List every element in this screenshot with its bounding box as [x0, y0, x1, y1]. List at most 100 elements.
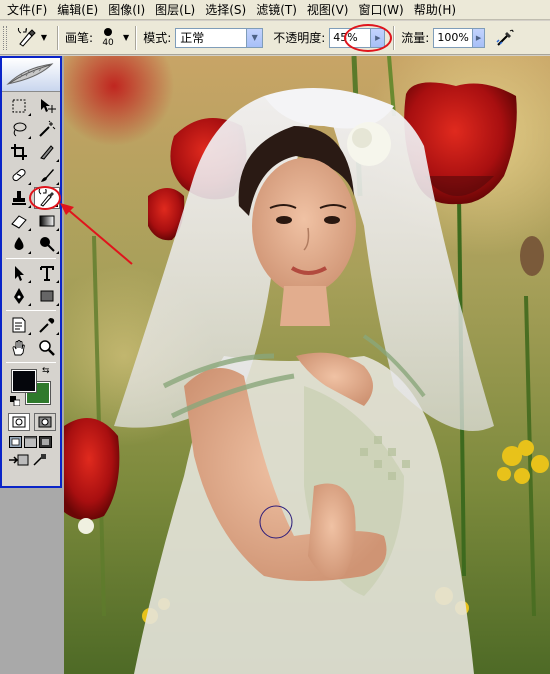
flow-label: 流量:	[401, 31, 430, 45]
brush-size-value: 40	[102, 37, 114, 48]
menu-window[interactable]: 窗口(W)	[355, 0, 410, 20]
blur-tool[interactable]	[6, 233, 32, 255]
full-screen-icon	[38, 436, 52, 448]
tool-group-corner	[28, 251, 31, 254]
zoom-tool[interactable]	[34, 337, 60, 359]
healing-brush-icon	[12, 168, 26, 182]
foreground-color-swatch[interactable]	[11, 369, 37, 393]
full-screen-menu-button[interactable]	[23, 435, 37, 449]
standard-mode-button[interactable]	[8, 413, 30, 431]
tool-grid	[2, 92, 60, 255]
full-screen-button[interactable]	[38, 435, 52, 449]
brush-label: 画笔:	[65, 31, 94, 45]
chevron-down-icon[interactable]: ▼	[246, 28, 263, 47]
tool-group-corner	[56, 280, 59, 283]
default-colors-icon[interactable]	[10, 396, 20, 406]
brush-dropdown-chevron-icon[interactable]: ▼	[123, 33, 129, 42]
opacity-field[interactable]: 45% ▶	[329, 27, 386, 48]
slice-icon	[40, 145, 54, 160]
quick-mask-mode-button[interactable]	[34, 413, 56, 431]
menu-help[interactable]: 帮助(H)	[411, 0, 463, 20]
marquee-tool[interactable]	[6, 95, 32, 117]
opacity-value[interactable]: 45%	[330, 29, 370, 47]
notes-tool[interactable]	[6, 314, 32, 336]
healing-brush-tool[interactable]	[6, 164, 32, 186]
brush-icon	[41, 169, 54, 182]
menu-edit[interactable]: 编辑(E)	[54, 0, 105, 20]
airbrush-toggle-button[interactable]	[493, 26, 517, 50]
toolbox-panel: ⇆	[0, 56, 62, 488]
slice-tool[interactable]	[34, 141, 60, 163]
menu-filter[interactable]: 滤镜(T)	[253, 0, 304, 20]
options-bar: ▼ 画笔: 40 ▼ 模式: 正常 ▼ 不透明度: 45% ▶ 流量: 100%…	[0, 21, 550, 55]
history-brush-icon	[17, 27, 36, 47]
jump-to-imageready-button[interactable]	[8, 453, 30, 467]
gradient-tool[interactable]	[34, 210, 60, 232]
jump-to-row	[2, 449, 60, 467]
jump-extra-icon	[33, 454, 46, 466]
menu-layer[interactable]: 图层(L)	[152, 0, 202, 20]
move-tool[interactable]	[34, 95, 60, 117]
chevron-down-icon: ▼	[40, 33, 48, 42]
canvas-photo	[64, 56, 550, 674]
tool-group-corner	[28, 228, 31, 231]
swap-colors-icon[interactable]: ⇆	[42, 366, 50, 376]
type-tool[interactable]	[34, 262, 60, 284]
pen-tool[interactable]	[6, 285, 32, 307]
standard-screen-button[interactable]	[8, 435, 22, 449]
brush-tool[interactable]	[34, 164, 60, 186]
menu-view[interactable]: 视图(V)	[304, 0, 356, 20]
flow-field[interactable]: 100% ▶	[433, 27, 486, 48]
tool-group-corner	[56, 251, 59, 254]
toolbox-header[interactable]	[2, 58, 60, 92]
mode-select[interactable]: 正常 ▼	[175, 27, 264, 48]
move-icon	[41, 99, 56, 113]
dodge-icon	[40, 237, 55, 252]
screen-mode-row	[2, 431, 60, 449]
hand-tool[interactable]	[6, 337, 32, 359]
toolbox-divider	[6, 310, 56, 311]
history-brush-tool[interactable]	[34, 187, 60, 209]
imageready-icon	[9, 454, 29, 466]
eyedropper-tool[interactable]	[34, 314, 60, 336]
brush-picker[interactable]: 40	[95, 23, 121, 53]
image-canvas[interactable]	[64, 56, 550, 674]
menu-image[interactable]: 图像(I)	[105, 0, 152, 20]
tool-group-corner	[28, 332, 31, 335]
clone-stamp-tool[interactable]	[6, 187, 32, 209]
tool-group-corner	[56, 332, 59, 335]
path-selection-tool[interactable]	[6, 262, 32, 284]
lasso-icon	[13, 122, 27, 137]
tool-group-corner	[28, 136, 31, 139]
rectangle-shape-tool[interactable]	[34, 285, 60, 307]
tool-group-corner	[28, 303, 31, 306]
menu-file[interactable]: 文件(F)	[4, 0, 54, 20]
crop-tool[interactable]	[6, 141, 32, 163]
eraser-tool[interactable]	[6, 210, 32, 232]
tool-preset-picker[interactable]: ▼	[13, 25, 51, 51]
eraser-icon	[11, 215, 27, 229]
feather-logo-icon	[6, 62, 54, 85]
tool-group-corner	[28, 205, 31, 208]
color-swatches: ⇆	[8, 366, 60, 410]
options-separator	[135, 25, 138, 50]
rectangle-shape-icon	[40, 290, 54, 302]
blur-icon	[14, 237, 24, 250]
jump-extra-button[interactable]	[32, 453, 48, 467]
lasso-tool[interactable]	[6, 118, 32, 140]
magic-wand-tool[interactable]	[34, 118, 60, 140]
toolbox-divider	[6, 258, 56, 259]
options-separator	[393, 25, 396, 50]
tool-group-corner	[56, 182, 59, 185]
options-bar-grip[interactable]	[3, 25, 7, 50]
dodge-tool[interactable]	[34, 233, 60, 255]
clone-stamp-icon	[12, 191, 26, 205]
flow-value[interactable]: 100%	[434, 29, 471, 47]
chevron-right-icon[interactable]: ▶	[471, 28, 485, 47]
menu-select[interactable]: 选择(S)	[202, 0, 253, 20]
options-separator	[57, 25, 59, 50]
tool-group-corner	[55, 204, 58, 207]
tool-grid-2	[2, 262, 60, 307]
eyedropper-icon	[39, 318, 55, 333]
chevron-right-icon[interactable]: ▶	[370, 28, 385, 47]
